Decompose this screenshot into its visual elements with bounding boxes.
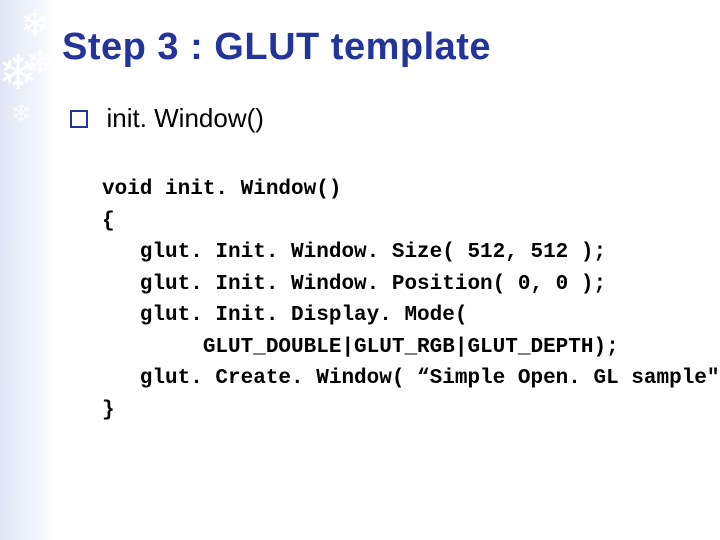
code-block: void init. Window() { glut. Init. Window… xyxy=(102,174,700,426)
snowflake-icon: ❄ xyxy=(20,6,50,42)
slide-content: Step 3 : GLUT template init. Window() vo… xyxy=(62,20,700,426)
snowflake-icon: ❄ xyxy=(10,100,32,126)
square-bullet-icon xyxy=(70,110,88,128)
bullet-line: init. Window() xyxy=(70,103,700,134)
bullet-label: init. Window() xyxy=(106,103,263,133)
snowflake-icon: ❄ xyxy=(26,46,55,80)
slide-title: Step 3 : GLUT template xyxy=(62,26,700,69)
decorative-left-strip: ❄ ❄ ❄ ❄ xyxy=(0,0,56,540)
